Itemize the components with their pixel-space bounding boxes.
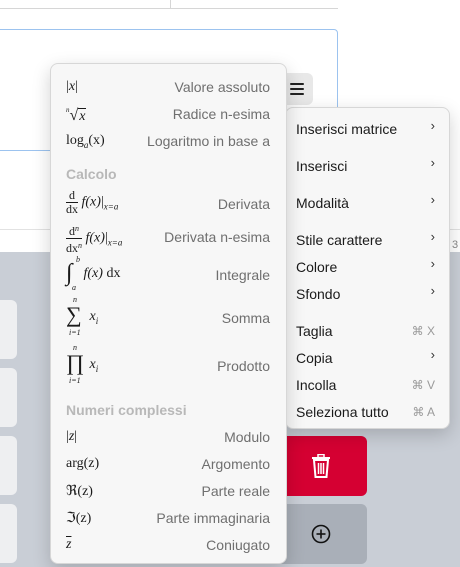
section-header-calcolo: Calcolo (66, 166, 117, 182)
formula-argument: arg(z) (66, 456, 100, 471)
add-key[interactable] (275, 504, 367, 564)
menu-item-stile-carattere[interactable]: Stile carattere › (286, 229, 449, 251)
menu-item-incolla[interactable]: Incolla ⌘ V (286, 374, 449, 396)
shortcut-label: ⌘ V (411, 378, 435, 392)
menu-item-radice-n-esima[interactable]: n√x Radice n-esima (51, 106, 286, 124)
delete-key[interactable] (275, 436, 367, 496)
menu-item-logaritmo[interactable]: loga(x) Logaritmo in base a (51, 133, 286, 151)
trash-icon (312, 454, 330, 478)
plus-circle-icon (311, 524, 331, 544)
keypad-key[interactable] (0, 436, 17, 495)
top-table-strip (0, 0, 338, 9)
formula-integral: ∫ b a f(x) dx (66, 255, 121, 292)
menu-item-colore[interactable]: Colore › (286, 256, 449, 278)
formula-conjugate: z (66, 537, 72, 552)
menu-item-prodotto[interactable]: n ∏ i=1 xi Prodotto (51, 343, 286, 386)
menu-item-taglia[interactable]: Taglia ⌘ X (286, 320, 449, 342)
section-header-numeri-complessi: Numeri complessi (66, 402, 187, 418)
chevron-right-icon: › (430, 256, 435, 271)
menu-item-inserisci-matrice[interactable]: Inserisci matrice › (286, 118, 449, 140)
shortcut-label: ⌘ A (412, 405, 435, 419)
menu-item-derivata[interactable]: d dx f(x)|x=a Derivata (51, 189, 286, 219)
context-menu: Inserisci matrice › Inserisci › Modalità… (285, 107, 450, 429)
formula-imaginary-part: ℑ(z) (66, 511, 92, 526)
formula-modulus: |z| (66, 429, 78, 444)
edge-number: 3 (452, 239, 459, 251)
chevron-right-icon: › (430, 118, 435, 133)
shortcut-label: ⌘ X (411, 324, 435, 338)
keypad-key[interactable] (0, 504, 17, 563)
formula-nth-derivative: dn dxn f(x)|x=a (66, 224, 123, 255)
functions-submenu: |x| Valore assoluto n√x Radice n-esima l… (50, 63, 287, 564)
menu-item-coniugato[interactable]: z Coniugato (51, 537, 286, 555)
menu-item-modalita[interactable]: Modalità › (286, 192, 449, 214)
formula-derivative: d dx f(x)|x=a (66, 188, 119, 216)
chevron-right-icon: › (430, 347, 435, 362)
menu-item-parte-immaginaria[interactable]: ℑ(z) Parte immaginaria (51, 510, 286, 528)
formula-abs: |x| (66, 79, 78, 94)
chevron-right-icon: › (430, 283, 435, 298)
menu-item-parte-reale[interactable]: ℜ(z) Parte reale (51, 483, 286, 501)
chevron-right-icon: › (430, 192, 435, 207)
formula-log: loga(x) (66, 133, 105, 150)
hamburger-icon (289, 83, 304, 95)
keypad-key[interactable] (0, 368, 17, 427)
menu-item-integrale[interactable]: ∫ b a f(x) dx Integrale (51, 255, 286, 292)
formula-product: n ∏ i=1 xi (66, 343, 99, 385)
formula-sum: n ∑ i=1 xi (66, 295, 99, 337)
menu-item-argomento[interactable]: arg(z) Argomento (51, 456, 286, 474)
menu-item-somma[interactable]: n ∑ i=1 xi Somma (51, 295, 286, 338)
menu-item-sfondo[interactable]: Sfondo › (286, 283, 449, 305)
menu-item-valore-assoluto[interactable]: |x| Valore assoluto (51, 79, 286, 97)
formula-real-part: ℜ(z) (66, 484, 93, 499)
chevron-right-icon: › (430, 155, 435, 170)
menu-item-copia[interactable]: Copia › (286, 347, 449, 369)
menu-item-derivata-n-esima[interactable]: dn dxn f(x)|x=a Derivata n-esima (51, 222, 286, 255)
menu-item-seleziona-tutto[interactable]: Seleziona tutto ⌘ A (286, 401, 449, 423)
keypad-key[interactable] (0, 300, 17, 359)
chevron-right-icon: › (430, 229, 435, 244)
formula-nth-root: n√x (66, 106, 86, 124)
table-cell-divider (170, 0, 171, 9)
menu-item-modulo[interactable]: |z| Modulo (51, 429, 286, 447)
menu-item-inserisci[interactable]: Inserisci › (286, 155, 449, 177)
